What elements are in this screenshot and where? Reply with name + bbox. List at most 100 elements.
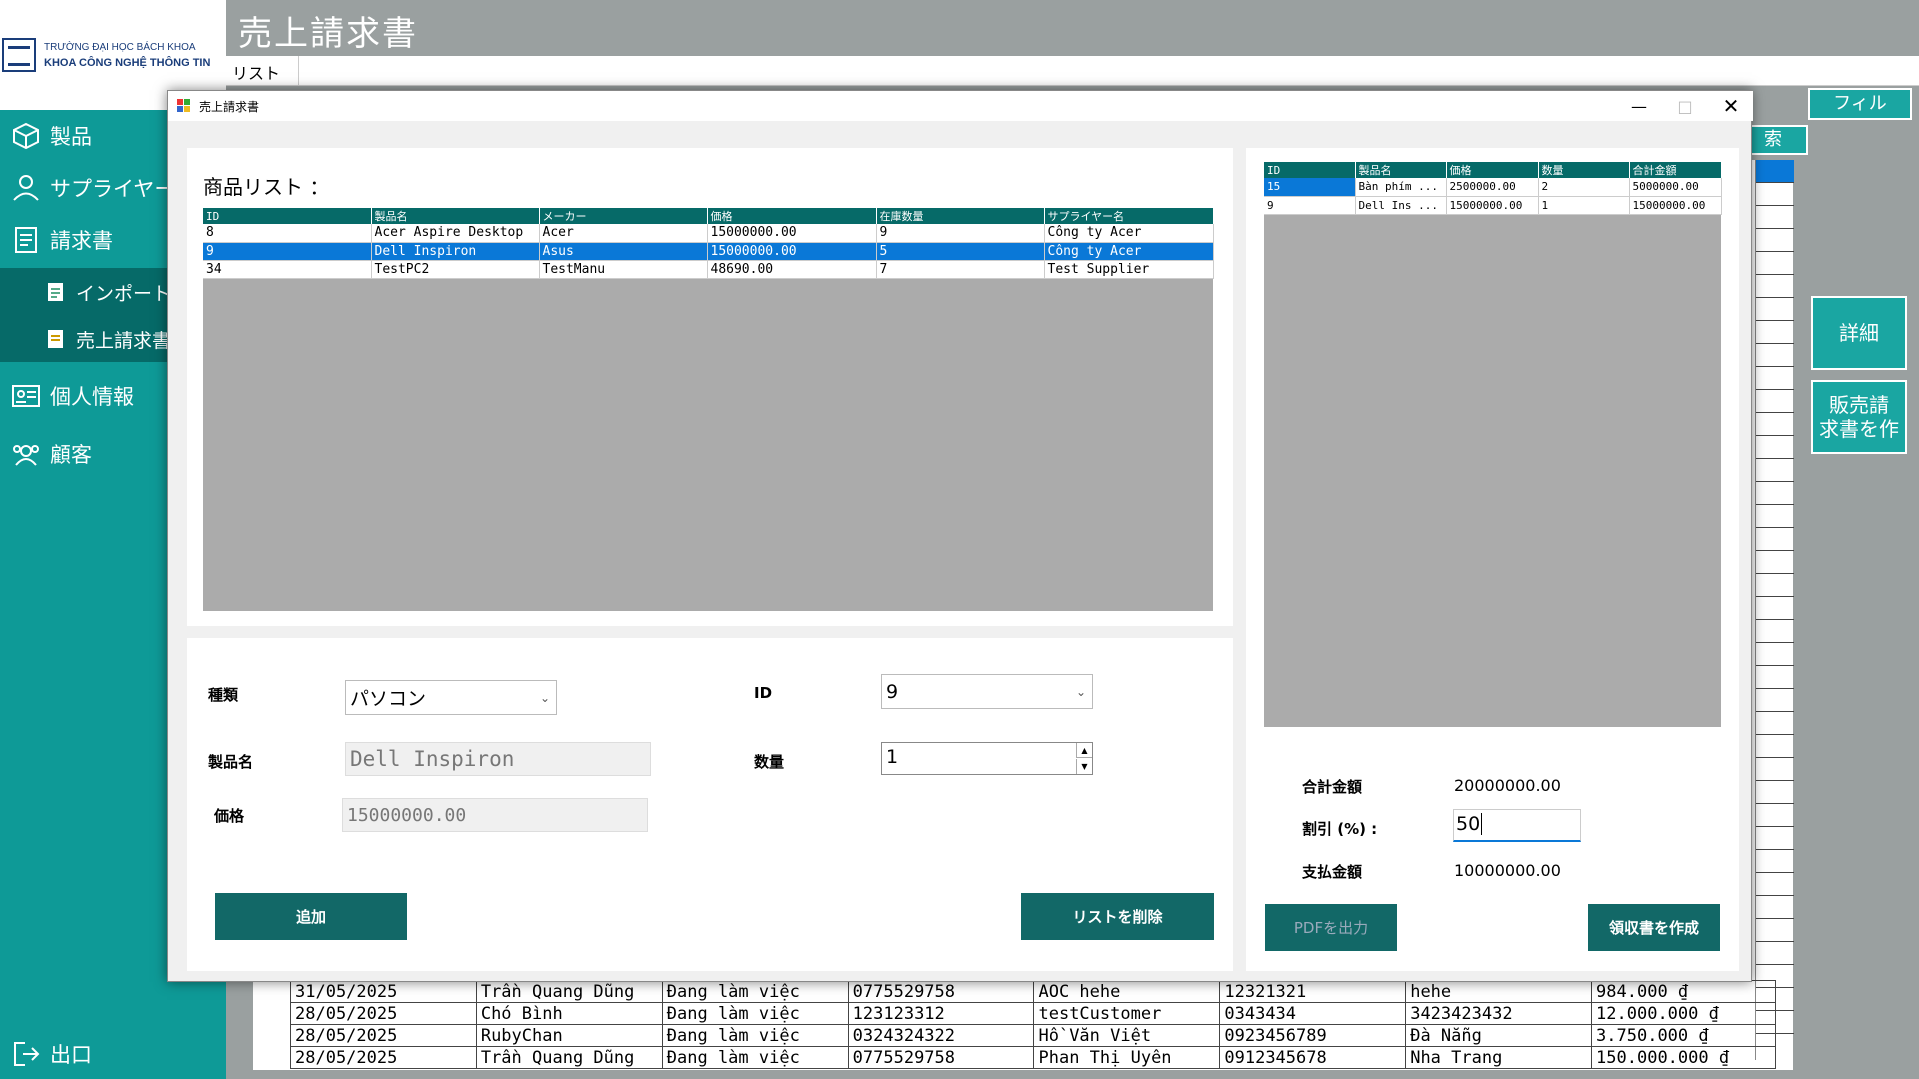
- product-cell: 9: [203, 242, 372, 261]
- create-receipt-label: 領収書を作成: [1608, 919, 1699, 937]
- table-row[interactable]: 28/05/2025 RubyChan Đang làm việc 032432432…: [290, 1024, 1776, 1047]
- table-row[interactable]: 28/05/2025 Chó Bình Đang làm việc 123123312…: [290, 1002, 1776, 1025]
- quantity-label: 数量: [754, 753, 785, 771]
- add-button[interactable]: 追加: [215, 893, 407, 940]
- product-cell: Công ty Acer: [1044, 224, 1214, 243]
- page-title: 売上請求書: [238, 14, 418, 54]
- type-select[interactable]: パソコン ⌄: [345, 680, 557, 715]
- table-row[interactable]: 28/05/2025 Trần Quang Dũng Đang làm việc 07…: [290, 1046, 1776, 1069]
- id-label: ID: [754, 684, 773, 702]
- product-cell: Asus: [539, 242, 708, 261]
- create-receipt-button[interactable]: 領収書を作成: [1588, 904, 1720, 951]
- product-row[interactable]: 8 Acer Aspire Desktop Acer 15000000.00 9 Công…: [203, 224, 1214, 243]
- table-cell: AOC hehe: [1033, 980, 1221, 1003]
- scroll-row: [1756, 344, 1794, 367]
- column-header[interactable]: 合計金額: [1629, 162, 1722, 178]
- column-header[interactable]: 製品名: [371, 208, 540, 224]
- filter-label: フィル: [1833, 93, 1887, 115]
- product-row[interactable]: 9 Dell Inspiron Asus 15000000.00 5 Công ty Ac…: [203, 242, 1214, 261]
- scroll-row: [1756, 620, 1794, 643]
- table-cell: Phan Thị Uyên: [1033, 1046, 1221, 1069]
- invoice-icon: [10, 224, 42, 256]
- stepper-down-icon[interactable]: ▼: [1076, 759, 1092, 774]
- cart-grid[interactable]: ID 製品名 価格 数量 合計金額 15 Bàn phím ... 2500000.00 2 5…: [1264, 162, 1722, 727]
- cart-cell: 5000000.00: [1629, 178, 1722, 197]
- scroll-row: [1756, 505, 1794, 528]
- cart-cell: 1: [1538, 196, 1630, 215]
- column-header[interactable]: 製品名: [1355, 162, 1447, 178]
- cart-cell: Dell Ins ...: [1355, 196, 1447, 215]
- id-card-icon: [10, 380, 42, 412]
- import-doc-icon: [44, 280, 68, 304]
- cart-row[interactable]: 9 Dell Ins ... 15000000.00 1 15000000.00: [1264, 196, 1722, 215]
- exit-label: 出口: [50, 1043, 92, 1067]
- delete-list-button[interactable]: リストを削除: [1021, 893, 1214, 940]
- scroll-row: [1756, 666, 1794, 689]
- detail-label: 詳細: [1839, 321, 1879, 345]
- product-name-field[interactable]: Dell Inspiron: [345, 742, 651, 776]
- id-select[interactable]: 9 ⌄: [881, 674, 1093, 709]
- product-cell: 48690.00: [707, 260, 877, 279]
- table-cell: hehe: [1405, 980, 1593, 1003]
- scroll-row: [1756, 390, 1794, 413]
- product-cell: Acer Aspire Desktop: [371, 224, 540, 243]
- create-sales-invoice-button[interactable]: 販売請 求書を作: [1811, 380, 1907, 454]
- dialog-titlebar: 売上請求書 — □ ✕: [168, 91, 1753, 121]
- cart-table[interactable]: ID 製品名 価格 数量 合計金額 15 Bàn phím ... 2500000.00 2 5…: [1264, 162, 1722, 215]
- column-header[interactable]: 価格: [707, 208, 877, 224]
- discount-input[interactable]: 50: [1453, 809, 1581, 842]
- product-cell: Công ty Acer: [1044, 242, 1214, 261]
- minimize-icon: —: [1631, 96, 1647, 116]
- scroll-row: [1756, 873, 1794, 896]
- cart-cell: 15000000.00: [1629, 196, 1722, 215]
- column-header[interactable]: メーカー: [539, 208, 708, 224]
- product-cell: 34: [203, 260, 372, 279]
- table-cell: 28/05/2025: [290, 1046, 477, 1069]
- stepper-up-icon[interactable]: ▲: [1076, 743, 1092, 758]
- product-form-panel: 種類 パソコン ⌄ ID 9 ⌄ 製品名 Dell Inspiron 数量 1 …: [187, 638, 1233, 971]
- scroll-row: [1756, 160, 1794, 183]
- column-header[interactable]: 数量: [1538, 162, 1630, 178]
- column-header[interactable]: 価格: [1446, 162, 1539, 178]
- table-cell: Trần Quang Dũng: [475, 980, 663, 1003]
- scroll-row: [1756, 735, 1794, 758]
- menu-bar: リスト: [226, 56, 1919, 86]
- list-scroll-column[interactable]: [1755, 160, 1794, 1060]
- scroll-row: [1756, 850, 1794, 873]
- product-row[interactable]: 34 TestPC2 TestManu 48690.00 7 Test Supplier: [203, 260, 1214, 279]
- sidebar-exit[interactable]: 出口: [0, 1030, 226, 1078]
- menu-item-list[interactable]: リスト: [232, 60, 280, 84]
- type-label: 種類: [208, 686, 239, 704]
- column-header[interactable]: ID: [203, 208, 372, 224]
- logo-line-2: KHOA CÔNG NGHỆ THÔNG TIN: [44, 57, 211, 69]
- scroll-row: [1756, 229, 1794, 252]
- maximize-button[interactable]: □: [1662, 91, 1708, 121]
- scroll-row: [1756, 459, 1794, 482]
- sidebar-item-label: 製品: [50, 125, 92, 149]
- table-cell: 123123312: [847, 1002, 1035, 1025]
- export-pdf-button[interactable]: PDFを出力: [1265, 904, 1397, 951]
- table-cell: 0775529758: [847, 1046, 1035, 1069]
- filter-button[interactable]: フィル: [1808, 88, 1912, 120]
- quantity-stepper[interactable]: 1 ▲ ▼: [881, 742, 1093, 775]
- scroll-row: [1756, 896, 1794, 919]
- price-field[interactable]: 15000000.00: [342, 798, 648, 832]
- column-header[interactable]: 在庫数量: [876, 208, 1045, 224]
- scroll-row: [1756, 919, 1794, 942]
- table-cell: 28/05/2025: [290, 1002, 477, 1025]
- column-header[interactable]: ID: [1264, 162, 1356, 178]
- table-row[interactable]: 31/05/2025 Trần Quang Dũng Đang làm việc 07…: [290, 980, 1776, 1003]
- sidebar-item-label: 個人情報: [50, 385, 134, 409]
- product-grid[interactable]: ID 製品名 メーカー 価格 在庫数量 サプライヤー名 8 Acer Aspire Desk…: [203, 208, 1214, 611]
- cart-row[interactable]: 15 Bàn phím ... 2500000.00 2 5000000.00: [1264, 178, 1722, 197]
- column-header[interactable]: サプライヤー名: [1044, 208, 1214, 224]
- detail-button[interactable]: 詳細: [1811, 296, 1907, 370]
- table-cell: Trần Quang Dũng: [475, 1046, 663, 1069]
- table-cell: Đà Nẵng: [1405, 1024, 1593, 1047]
- close-button[interactable]: ✕: [1708, 91, 1754, 121]
- product-table[interactable]: ID 製品名 メーカー 価格 在庫数量 サプライヤー名 8 Acer Aspire Desk…: [203, 208, 1214, 279]
- logo-mark-icon: [2, 38, 36, 72]
- minimize-button[interactable]: —: [1616, 91, 1662, 121]
- sales-doc-icon: [44, 327, 68, 351]
- type-value: パソコン: [350, 688, 427, 710]
